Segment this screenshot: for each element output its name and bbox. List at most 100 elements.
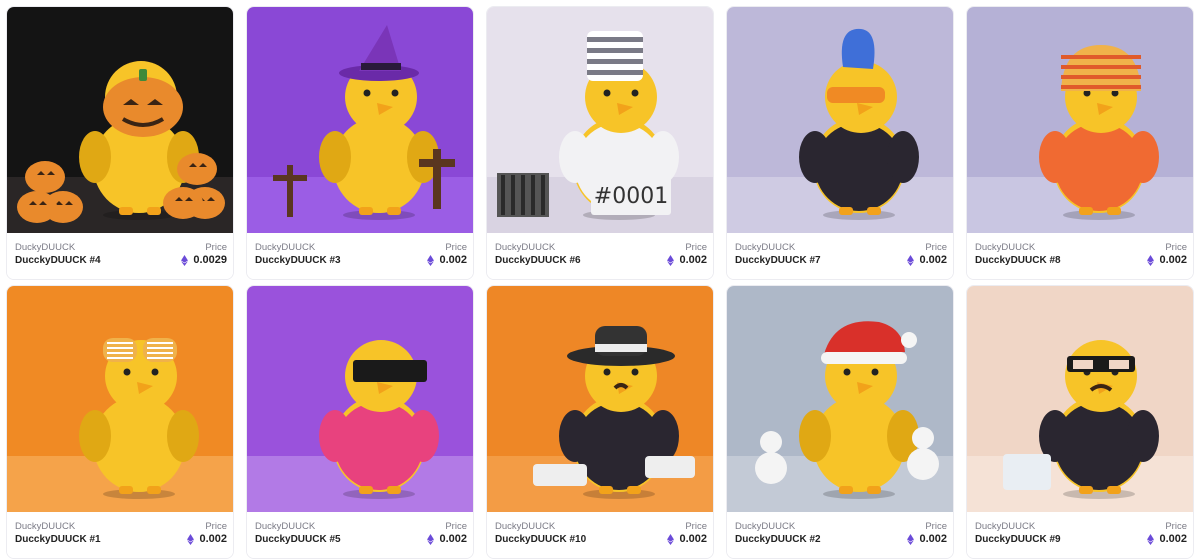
nft-card[interactable]: DuckyDUUCK DucckyDUUCK #5 Price 0.002 bbox=[246, 285, 474, 559]
nft-image[interactable] bbox=[967, 7, 1193, 233]
duck-illustration bbox=[487, 286, 713, 512]
collection-name[interactable]: DuckyDUUCK bbox=[255, 521, 315, 532]
price: 0.002 bbox=[907, 533, 947, 545]
price-label: Price bbox=[1165, 242, 1187, 253]
ethereum-icon bbox=[181, 254, 189, 266]
price: 0.0029 bbox=[181, 254, 227, 266]
nft-image[interactable] bbox=[727, 7, 953, 233]
price-label: Price bbox=[445, 521, 467, 532]
duck-illustration bbox=[7, 286, 233, 512]
duck-illustration: #0001 bbox=[487, 7, 713, 233]
nft-info: DuckyDUUCK DucckyDUUCK #1 Price 0.002 bbox=[7, 512, 233, 558]
price: 0.002 bbox=[427, 533, 467, 545]
nft-name[interactable]: DucckyDUUCK #1 bbox=[15, 534, 101, 545]
nft-name[interactable]: DucckyDUUCK #8 bbox=[975, 255, 1061, 266]
price-value: 0.002 bbox=[679, 254, 707, 266]
price-value: 0.002 bbox=[439, 254, 467, 266]
nft-card[interactable]: #0001 DuckyDUUCK DucckyDUUCK #6 Price 0.002 bbox=[486, 6, 714, 280]
price-value: 0.002 bbox=[679, 533, 707, 545]
price-value: 0.002 bbox=[1159, 533, 1187, 545]
nft-name[interactable]: DucckyDUUCK #7 bbox=[735, 255, 821, 266]
nft-card[interactable]: DuckyDUUCK DucckyDUUCK #2 Price 0.002 bbox=[726, 285, 954, 559]
price: 0.002 bbox=[667, 533, 707, 545]
nft-image[interactable] bbox=[247, 286, 473, 512]
collection-name[interactable]: DuckyDUUCK bbox=[975, 242, 1035, 253]
nft-info: DuckyDUUCK DucckyDUUCK #10 Price 0.002 bbox=[487, 512, 713, 558]
duck-illustration bbox=[967, 7, 1193, 233]
duck-illustration bbox=[247, 7, 473, 233]
price-label: Price bbox=[925, 521, 947, 532]
price: 0.002 bbox=[427, 254, 467, 266]
price-label: Price bbox=[205, 242, 227, 253]
nft-image[interactable]: #0001 bbox=[487, 7, 713, 233]
price: 0.002 bbox=[1147, 533, 1187, 545]
ethereum-icon bbox=[427, 254, 435, 266]
price-label: Price bbox=[925, 242, 947, 253]
price-label: Price bbox=[685, 521, 707, 532]
ethereum-icon bbox=[667, 533, 675, 545]
duck-illustration bbox=[727, 7, 953, 233]
nft-image[interactable] bbox=[7, 7, 233, 233]
price-value: 0.002 bbox=[919, 533, 947, 545]
collection-name[interactable]: DuckyDUUCK bbox=[255, 242, 315, 253]
price-value: 0.0029 bbox=[193, 254, 227, 266]
duck-illustration bbox=[7, 7, 233, 233]
nft-image[interactable] bbox=[247, 7, 473, 233]
duck-illustration bbox=[727, 286, 953, 512]
collection-name[interactable]: DuckyDUUCK bbox=[15, 521, 75, 532]
nft-card[interactable]: DuckyDUUCK DucckyDUUCK #9 Price 0.002 bbox=[966, 285, 1194, 559]
nft-info: DuckyDUUCK DucckyDUUCK #8 Price 0.002 bbox=[967, 233, 1193, 279]
price-value: 0.002 bbox=[199, 533, 227, 545]
nft-image[interactable] bbox=[487, 286, 713, 512]
duck-illustration bbox=[967, 286, 1193, 512]
ethereum-icon bbox=[427, 533, 435, 545]
nft-image[interactable] bbox=[727, 286, 953, 512]
price-value: 0.002 bbox=[1159, 254, 1187, 266]
nft-info: DuckyDUUCK DucckyDUUCK #6 Price 0.002 bbox=[487, 233, 713, 279]
prisoner-sign-text: #0001 bbox=[594, 184, 668, 209]
nft-name[interactable]: DucckyDUUCK #3 bbox=[255, 255, 341, 266]
nft-info: DuckyDUUCK DucckyDUUCK #4 Price 0.0029 bbox=[7, 233, 233, 279]
price: 0.002 bbox=[1147, 254, 1187, 266]
price: 0.002 bbox=[667, 254, 707, 266]
ethereum-icon bbox=[1147, 254, 1155, 266]
nft-info: DuckyDUUCK DucckyDUUCK #2 Price 0.002 bbox=[727, 512, 953, 558]
price-value: 0.002 bbox=[439, 533, 467, 545]
collection-name[interactable]: DuckyDUUCK bbox=[495, 521, 555, 532]
nft-card[interactable]: DuckyDUUCK DucckyDUUCK #3 Price 0.002 bbox=[246, 6, 474, 280]
nft-info: DuckyDUUCK DucckyDUUCK #3 Price 0.002 bbox=[247, 233, 473, 279]
collection-name[interactable]: DuckyDUUCK bbox=[15, 242, 75, 253]
nft-name[interactable]: DucckyDUUCK #5 bbox=[255, 534, 341, 545]
nft-name[interactable]: DucckyDUUCK #4 bbox=[15, 255, 101, 266]
collection-name[interactable]: DuckyDUUCK bbox=[975, 521, 1035, 532]
nft-name[interactable]: DucckyDUUCK #2 bbox=[735, 534, 821, 545]
price: 0.002 bbox=[907, 254, 947, 266]
nft-card[interactable]: DuckyDUUCK DucckyDUUCK #7 Price 0.002 bbox=[726, 6, 954, 280]
nft-name[interactable]: DucckyDUUCK #6 bbox=[495, 255, 581, 266]
ethereum-icon bbox=[907, 533, 915, 545]
nft-image[interactable] bbox=[7, 286, 233, 512]
nft-card[interactable]: DuckyDUUCK DucckyDUUCK #1 Price 0.002 bbox=[6, 285, 234, 559]
visor-icon bbox=[353, 360, 427, 382]
nft-name[interactable]: DucckyDUUCK #9 bbox=[975, 534, 1061, 545]
nft-card[interactable]: DuckyDUUCK DucckyDUUCK #8 Price 0.002 bbox=[966, 6, 1194, 280]
collection-name[interactable]: DuckyDUUCK bbox=[735, 521, 795, 532]
collection-name[interactable]: DuckyDUUCK bbox=[735, 242, 795, 253]
nft-card[interactable]: DuckyDUUCK DucckyDUUCK #10 Price 0.002 bbox=[486, 285, 714, 559]
nft-grid: DuckyDUUCK DucckyDUUCK #4 Price 0.0029 Ducky… bbox=[0, 0, 1200, 559]
nft-info: DuckyDUUCK DucckyDUUCK #5 Price 0.002 bbox=[247, 512, 473, 558]
collection-name[interactable]: DuckyDUUCK bbox=[495, 242, 555, 253]
price: 0.002 bbox=[187, 533, 227, 545]
nft-name[interactable]: DucckyDUUCK #10 bbox=[495, 534, 586, 545]
price-label: Price bbox=[445, 242, 467, 253]
price-value: 0.002 bbox=[919, 254, 947, 266]
ethereum-icon bbox=[187, 533, 195, 545]
price-label: Price bbox=[205, 521, 227, 532]
ethereum-icon bbox=[1147, 533, 1155, 545]
nft-card[interactable]: DuckyDUUCK DucckyDUUCK #4 Price 0.0029 bbox=[6, 6, 234, 280]
nft-info: DuckyDUUCK DucckyDUUCK #7 Price 0.002 bbox=[727, 233, 953, 279]
price-label: Price bbox=[1165, 521, 1187, 532]
ethereum-icon bbox=[907, 254, 915, 266]
duck-illustration bbox=[247, 286, 473, 512]
nft-image[interactable] bbox=[967, 286, 1193, 512]
